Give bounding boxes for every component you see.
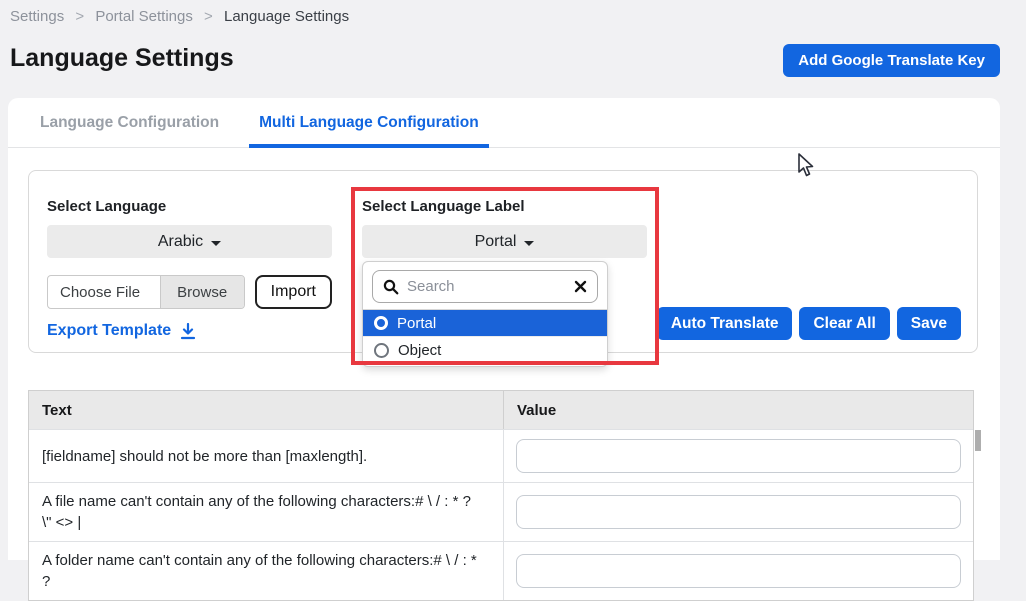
select-language-label-text: Select Language Label: [362, 198, 647, 215]
column-header-value: Value: [503, 391, 973, 429]
clear-search-icon[interactable]: [574, 280, 587, 293]
tab-bar: Language Configuration Multi Language Co…: [8, 98, 1000, 148]
save-button[interactable]: Save: [897, 307, 961, 340]
translation-value-input[interactable]: [516, 439, 961, 473]
option-label: Portal: [397, 315, 436, 332]
breadcrumb-separator-icon: >: [204, 8, 213, 25]
radio-selected-icon: [374, 316, 388, 330]
language-label-select-value: Portal: [475, 233, 517, 251]
select-language-label-text: Select Language: [47, 198, 332, 215]
tab-multi-language-configuration[interactable]: Multi Language Configuration: [249, 98, 489, 147]
chevron-down-icon: [211, 241, 221, 246]
language-label-select-dropdown[interactable]: Portal: [362, 225, 647, 258]
clear-all-button[interactable]: Clear All: [799, 307, 889, 340]
tab-language-configuration[interactable]: Language Configuration: [30, 98, 229, 147]
table-header-row: Text Value: [29, 391, 973, 429]
dropdown-option-portal[interactable]: Portal: [363, 309, 607, 336]
radio-unselected-icon: [374, 343, 389, 358]
breadcrumb-settings[interactable]: Settings: [10, 8, 64, 25]
add-google-translate-key-button[interactable]: Add Google Translate Key: [783, 44, 1000, 77]
import-file-row: Choose File Browse Import: [47, 275, 332, 309]
table-row: A file name can't contain any of the fol…: [29, 482, 973, 541]
dropdown-search-input[interactable]: [407, 278, 566, 295]
export-template-label: Export Template: [47, 322, 171, 340]
breadcrumb-portal-settings[interactable]: Portal Settings: [95, 8, 193, 25]
auto-translate-button[interactable]: Auto Translate: [657, 307, 793, 340]
page-title: Language Settings: [10, 44, 234, 73]
breadcrumb: Settings > Portal Settings > Language Se…: [10, 8, 349, 25]
download-icon: [180, 323, 196, 340]
select-language-group: Select Language Arabic Choose File Brows…: [47, 198, 332, 340]
language-settings-page: Settings > Portal Settings > Language Se…: [0, 0, 1026, 560]
breadcrumb-language-settings: Language Settings: [224, 8, 349, 25]
translation-form-panel: Select Language Arabic Choose File Brows…: [28, 170, 978, 353]
file-name-text: Choose File: [48, 276, 160, 308]
select-language-label-group: Select Language Label Portal: [362, 198, 647, 258]
value-cell: [503, 542, 973, 600]
browse-button[interactable]: Browse: [160, 276, 244, 308]
value-cell: [503, 483, 973, 541]
text-cell: [fieldname] should not be more than [max…: [29, 430, 503, 482]
translations-table: Text Value [fieldname] should not be mor…: [28, 390, 974, 601]
translation-value-input[interactable]: [516, 495, 961, 529]
breadcrumb-separator-icon: >: [75, 8, 84, 25]
text-cell: A file name can't contain any of the fol…: [29, 483, 503, 541]
file-upload-input[interactable]: Choose File Browse: [47, 275, 245, 309]
form-actions: Auto Translate Clear All Save: [657, 307, 961, 340]
text-cell: A folder name can't contain any of the f…: [29, 542, 503, 600]
value-cell: [503, 430, 973, 482]
language-label-dropdown-popup: Portal Object: [362, 261, 608, 367]
option-label: Object: [398, 342, 441, 359]
column-header-text: Text: [29, 391, 503, 429]
table-scrollbar-thumb[interactable]: [975, 430, 981, 451]
chevron-down-icon: [524, 241, 534, 246]
translation-value-input[interactable]: [516, 554, 961, 588]
table-row: [fieldname] should not be more than [max…: [29, 429, 973, 482]
dropdown-option-object[interactable]: Object: [363, 336, 607, 363]
search-icon: [383, 279, 399, 295]
export-template-link[interactable]: Export Template: [47, 322, 332, 340]
language-select-value: Arabic: [158, 233, 203, 251]
language-select-dropdown[interactable]: Arabic: [47, 225, 332, 258]
table-row: A folder name can't contain any of the f…: [29, 541, 973, 600]
import-button[interactable]: Import: [255, 275, 332, 309]
dropdown-search-box: [372, 270, 598, 303]
